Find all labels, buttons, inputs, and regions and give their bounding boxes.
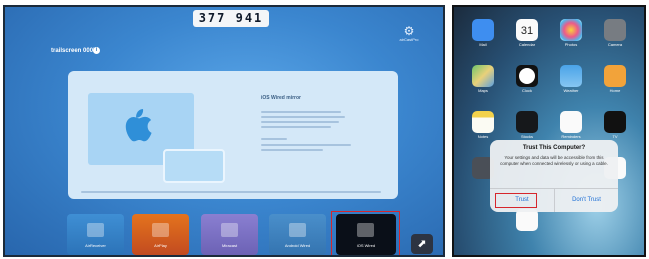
tile-android-wired[interactable]: Android Wired <box>269 214 326 255</box>
instruction-line <box>261 138 287 140</box>
tile-label: Android Wired <box>284 243 311 248</box>
tv-app-icon[interactable]: TV <box>604 111 626 139</box>
ios-wired-highlight <box>331 211 400 255</box>
instruction-line <box>261 121 339 123</box>
maps-app-icon[interactable]: Maps <box>472 65 494 93</box>
instruction-line <box>261 126 331 128</box>
settings-label: airCastPro <box>399 37 419 42</box>
tile-airplay[interactable]: AirPlay <box>132 214 189 255</box>
app-label: Reminders <box>561 134 581 139</box>
tile-airreceiver[interactable]: AirReceiver <box>67 214 124 255</box>
tile-miracast[interactable]: Miracast <box>201 214 258 255</box>
calendar-app-icon[interactable]: 31 Calendar <box>516 19 538 47</box>
photos-app-icon[interactable]: Photos <box>560 19 582 47</box>
android-wired-icon <box>289 223 306 237</box>
app-label: Clock <box>521 88 532 93</box>
clock-app-icon[interactable]: Clock <box>516 65 538 93</box>
apple-logo-icon <box>125 109 152 142</box>
dialog-title: Trust This Computer? <box>522 145 586 151</box>
gear-icon: ⚙ <box>403 24 415 38</box>
iphone-illustration <box>163 149 225 183</box>
airplay-icon <box>152 223 169 237</box>
music-app-icon[interactable] <box>516 209 538 231</box>
tile-label: AirPlay <box>154 243 167 248</box>
trust-highlight <box>495 193 537 208</box>
footnote-line <box>81 191 381 193</box>
settings-button[interactable]: ⚙ airCastPro <box>385 25 433 43</box>
app-label: Maps <box>478 88 488 93</box>
dont-trust-button[interactable]: Don't Trust <box>555 189 618 212</box>
app-label: Home <box>609 88 621 93</box>
notes-app-icon[interactable]: Notes <box>472 111 494 139</box>
connection-code: 377 941 <box>193 10 269 27</box>
miracast-icon <box>221 223 238 237</box>
tile-label: Miracast <box>221 243 238 248</box>
tile-label: AirReceiver <box>85 243 106 248</box>
cast-button[interactable]: ⬈ <box>411 234 433 254</box>
info-icon[interactable]: i <box>93 47 100 54</box>
app-label: Notes <box>477 134 489 139</box>
stocks-app-icon[interactable]: Stocks <box>516 111 538 139</box>
reminders-app-icon[interactable]: Reminders <box>560 111 582 139</box>
dialog-message: Your settings and data will be accessibl… <box>500 155 608 166</box>
app-label: Weather <box>563 88 579 93</box>
app-label: Photos <box>564 42 578 47</box>
clock-face <box>519 68 535 84</box>
device-name: trailscreen 000b <box>51 48 97 54</box>
airreceiver-icon <box>87 223 104 237</box>
instruction-line <box>261 149 323 151</box>
app-label: TV <box>612 134 618 139</box>
cast-icon: ⬈ <box>417 238 427 250</box>
weather-app-icon[interactable]: Weather <box>560 65 582 93</box>
app-label: Camera <box>607 42 623 47</box>
camera-app-icon[interactable]: Camera <box>604 19 626 47</box>
instruction-line <box>261 116 345 118</box>
home-app-icon[interactable]: Home <box>604 65 626 93</box>
instruction-line <box>261 144 351 146</box>
receiver-screen: 377 941 ⚙ airCastPro trailscreen 000b i … <box>3 5 445 257</box>
card-title: iOS Wired mirror <box>261 95 301 101</box>
app-label: Mail <box>479 42 487 47</box>
calendar-day: 31 <box>520 25 534 37</box>
app-label: Stocks <box>520 134 533 139</box>
iphone-screen: Mail 31 Calendar Photos Camera Maps Cloc… <box>452 5 646 257</box>
instruction-line <box>261 111 341 113</box>
app-label: Calendar <box>518 42 536 47</box>
mail-app-icon[interactable]: Mail <box>472 19 494 47</box>
